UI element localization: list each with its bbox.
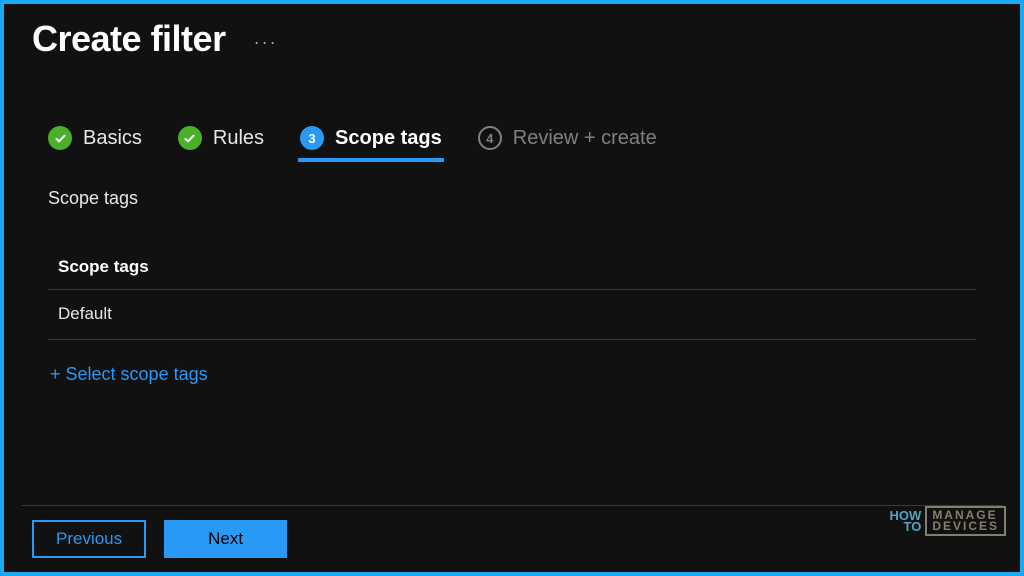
step-rules[interactable]: Rules: [178, 126, 264, 160]
check-icon: [178, 126, 202, 150]
watermark-box: MANAGE DEVICES: [925, 506, 1006, 536]
step-scope-tags[interactable]: 3 Scope tags: [300, 126, 442, 160]
create-filter-window: Create filter ··· Basics Rules 3 Scope t…: [4, 4, 1020, 572]
step-review-create[interactable]: 4 Review + create: [478, 126, 657, 160]
step-label: Review + create: [513, 127, 657, 150]
select-scope-tags-link[interactable]: + Select scope tags: [48, 340, 210, 385]
step-label: Basics: [83, 127, 142, 150]
header: Create filter ···: [4, 4, 1020, 60]
content-area: Scope tags Scope tags Default + Select s…: [4, 160, 1020, 505]
watermark-how: HOW TO: [890, 510, 922, 532]
step-basics[interactable]: Basics: [48, 126, 142, 160]
wizard-steps: Basics Rules 3 Scope tags 4 Review + cre…: [4, 60, 1020, 160]
section-label: Scope tags: [48, 188, 976, 209]
step-label: Scope tags: [335, 127, 442, 150]
more-icon[interactable]: ···: [254, 32, 278, 53]
table-header: Scope tags: [48, 247, 976, 290]
check-icon: [48, 126, 72, 150]
table-row: Default: [48, 290, 976, 340]
step-number-icon: 4: [478, 126, 502, 150]
footer: Previous Next: [4, 506, 1020, 572]
next-button[interactable]: Next: [164, 520, 287, 558]
watermark: HOW TO MANAGE DEVICES: [890, 506, 1006, 536]
previous-button[interactable]: Previous: [32, 520, 146, 558]
step-label: Rules: [213, 127, 264, 150]
page-title: Create filter: [32, 18, 226, 60]
step-number-icon: 3: [300, 126, 324, 150]
